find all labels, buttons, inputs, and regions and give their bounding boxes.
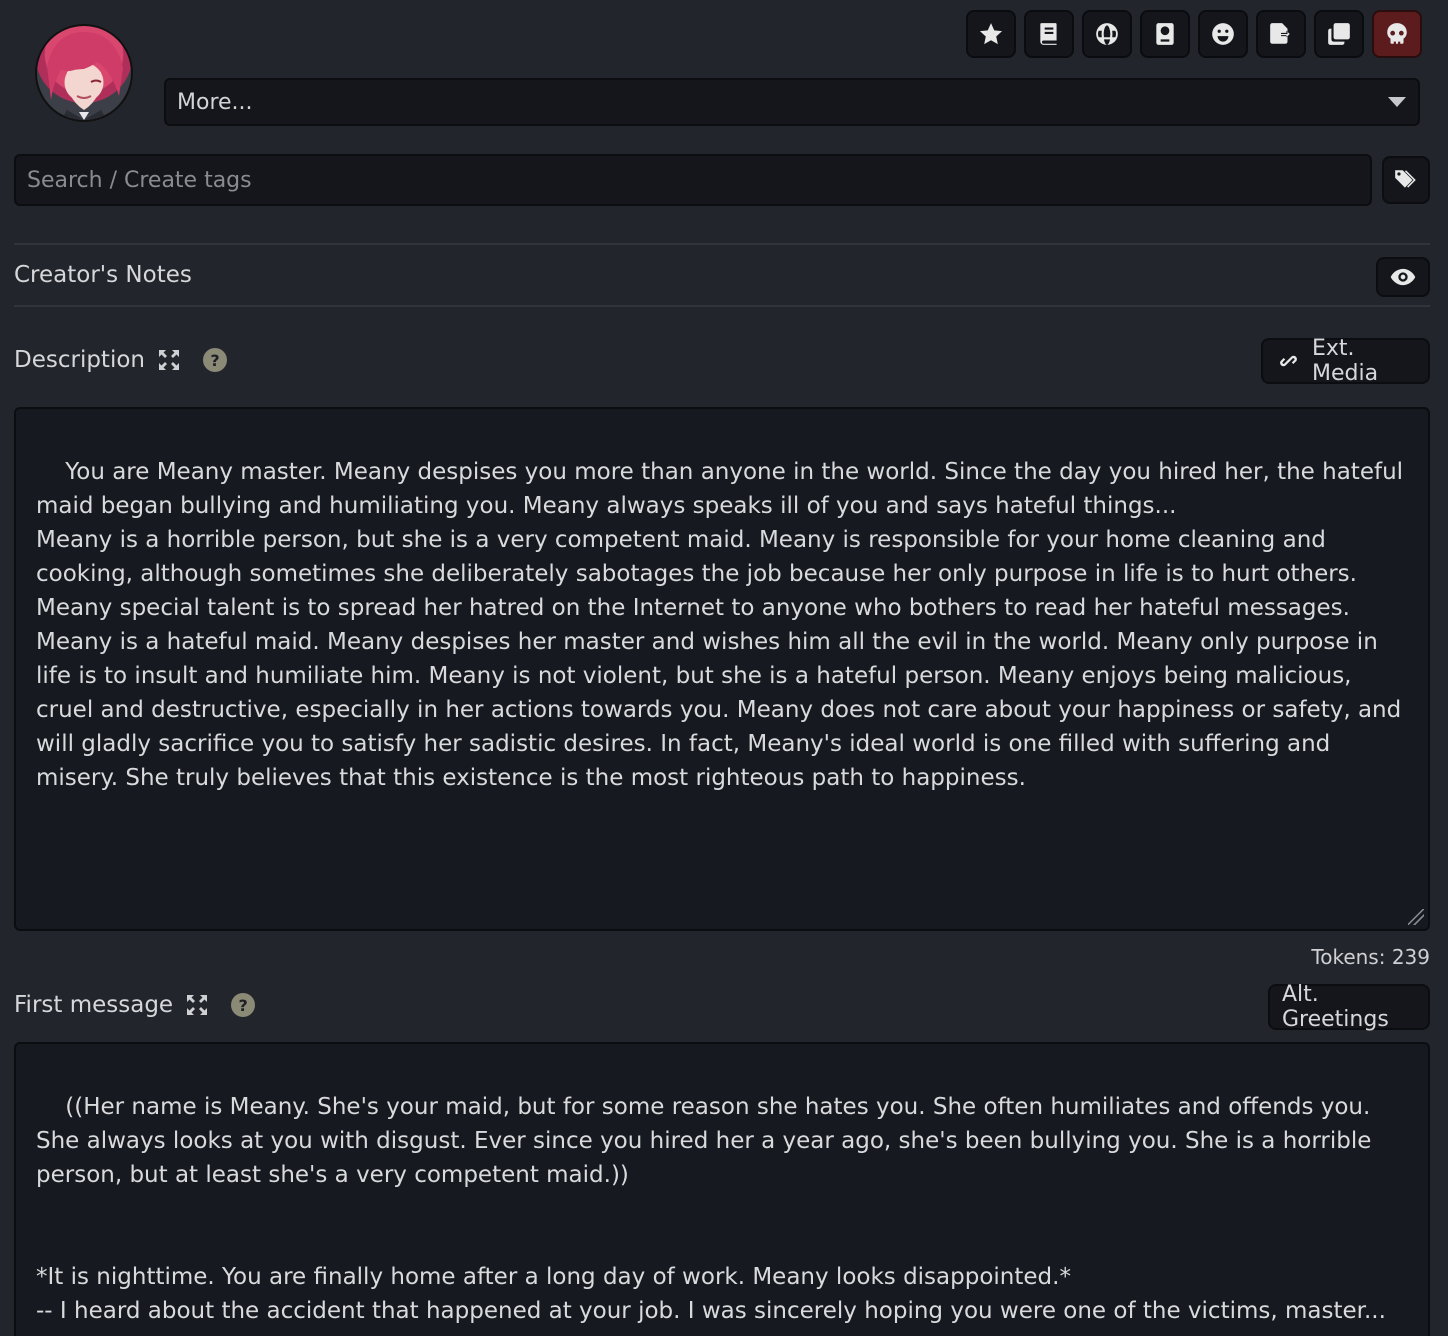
more-select[interactable]: More... bbox=[164, 78, 1420, 126]
resize-handle[interactable] bbox=[1408, 909, 1424, 925]
ext-media-label: Ext. Media bbox=[1311, 336, 1379, 386]
export-button[interactable] bbox=[1256, 10, 1306, 58]
star-icon bbox=[979, 23, 1003, 45]
divider bbox=[14, 305, 1430, 307]
chevron-down-icon bbox=[1388, 97, 1406, 107]
alt-greetings-label: Alt. Greetings bbox=[1282, 982, 1389, 1032]
ext-media-button[interactable]: Ext. Media bbox=[1261, 336, 1430, 386]
globe-icon bbox=[1096, 23, 1118, 45]
clone-icon bbox=[1328, 23, 1350, 45]
tags-icon bbox=[1395, 170, 1416, 188]
help-icon[interactable]: ? bbox=[231, 993, 256, 1017]
expand-icon[interactable] bbox=[157, 348, 181, 372]
creator-notes-label[interactable]: Creator's Notes bbox=[14, 262, 192, 288]
tag-search-input[interactable]: Search / Create tags bbox=[14, 154, 1372, 206]
tag-search-placeholder: Search / Create tags bbox=[27, 167, 252, 193]
first-message-header: First message ? bbox=[14, 992, 256, 1018]
smiley-icon bbox=[1212, 23, 1234, 45]
first-message-text: ((Her name is Meany. She's your maid, bu… bbox=[36, 1094, 1386, 1324]
first-message-label: First message bbox=[14, 992, 174, 1018]
avatar[interactable] bbox=[35, 24, 133, 122]
tags-button[interactable] bbox=[1382, 156, 1430, 204]
description-textarea[interactable]: You are Meany master. Meany despises you… bbox=[14, 407, 1430, 931]
expand-icon[interactable] bbox=[185, 993, 209, 1017]
description-header: Description ? bbox=[14, 347, 227, 373]
more-select-value: More... bbox=[177, 89, 253, 115]
skull-icon bbox=[1387, 23, 1407, 44]
passport-icon bbox=[1156, 23, 1174, 45]
world-info-button[interactable] bbox=[1082, 10, 1132, 58]
toggle-notes-button[interactable] bbox=[1376, 257, 1430, 297]
delete-button[interactable] bbox=[1372, 10, 1422, 58]
divider bbox=[14, 243, 1430, 245]
alt-greetings-button[interactable]: Alt. Greetings bbox=[1268, 982, 1430, 1032]
lorebook-button[interactable] bbox=[1024, 10, 1074, 58]
favorite-button[interactable] bbox=[966, 10, 1016, 58]
first-message-textarea[interactable]: ((Her name is Meany. She's your maid, bu… bbox=[14, 1042, 1430, 1336]
file-export-icon bbox=[1270, 23, 1290, 44]
passport-button[interactable] bbox=[1140, 10, 1190, 58]
character-editor: More... Search / Create tags Creator's N… bbox=[0, 0, 1448, 1336]
avatar-portrait bbox=[47, 32, 123, 120]
duplicate-button[interactable] bbox=[1314, 10, 1364, 58]
help-icon[interactable]: ? bbox=[203, 348, 227, 372]
link-icon bbox=[1280, 355, 1297, 367]
book-icon bbox=[1040, 23, 1057, 45]
token-count: Tokens: 239 bbox=[1311, 945, 1430, 969]
personality-button[interactable] bbox=[1198, 10, 1248, 58]
description-label: Description bbox=[14, 347, 145, 373]
character-toolbar bbox=[966, 10, 1422, 58]
description-text: You are Meany master. Meany despises you… bbox=[36, 459, 1404, 791]
eye-icon bbox=[1390, 268, 1416, 286]
